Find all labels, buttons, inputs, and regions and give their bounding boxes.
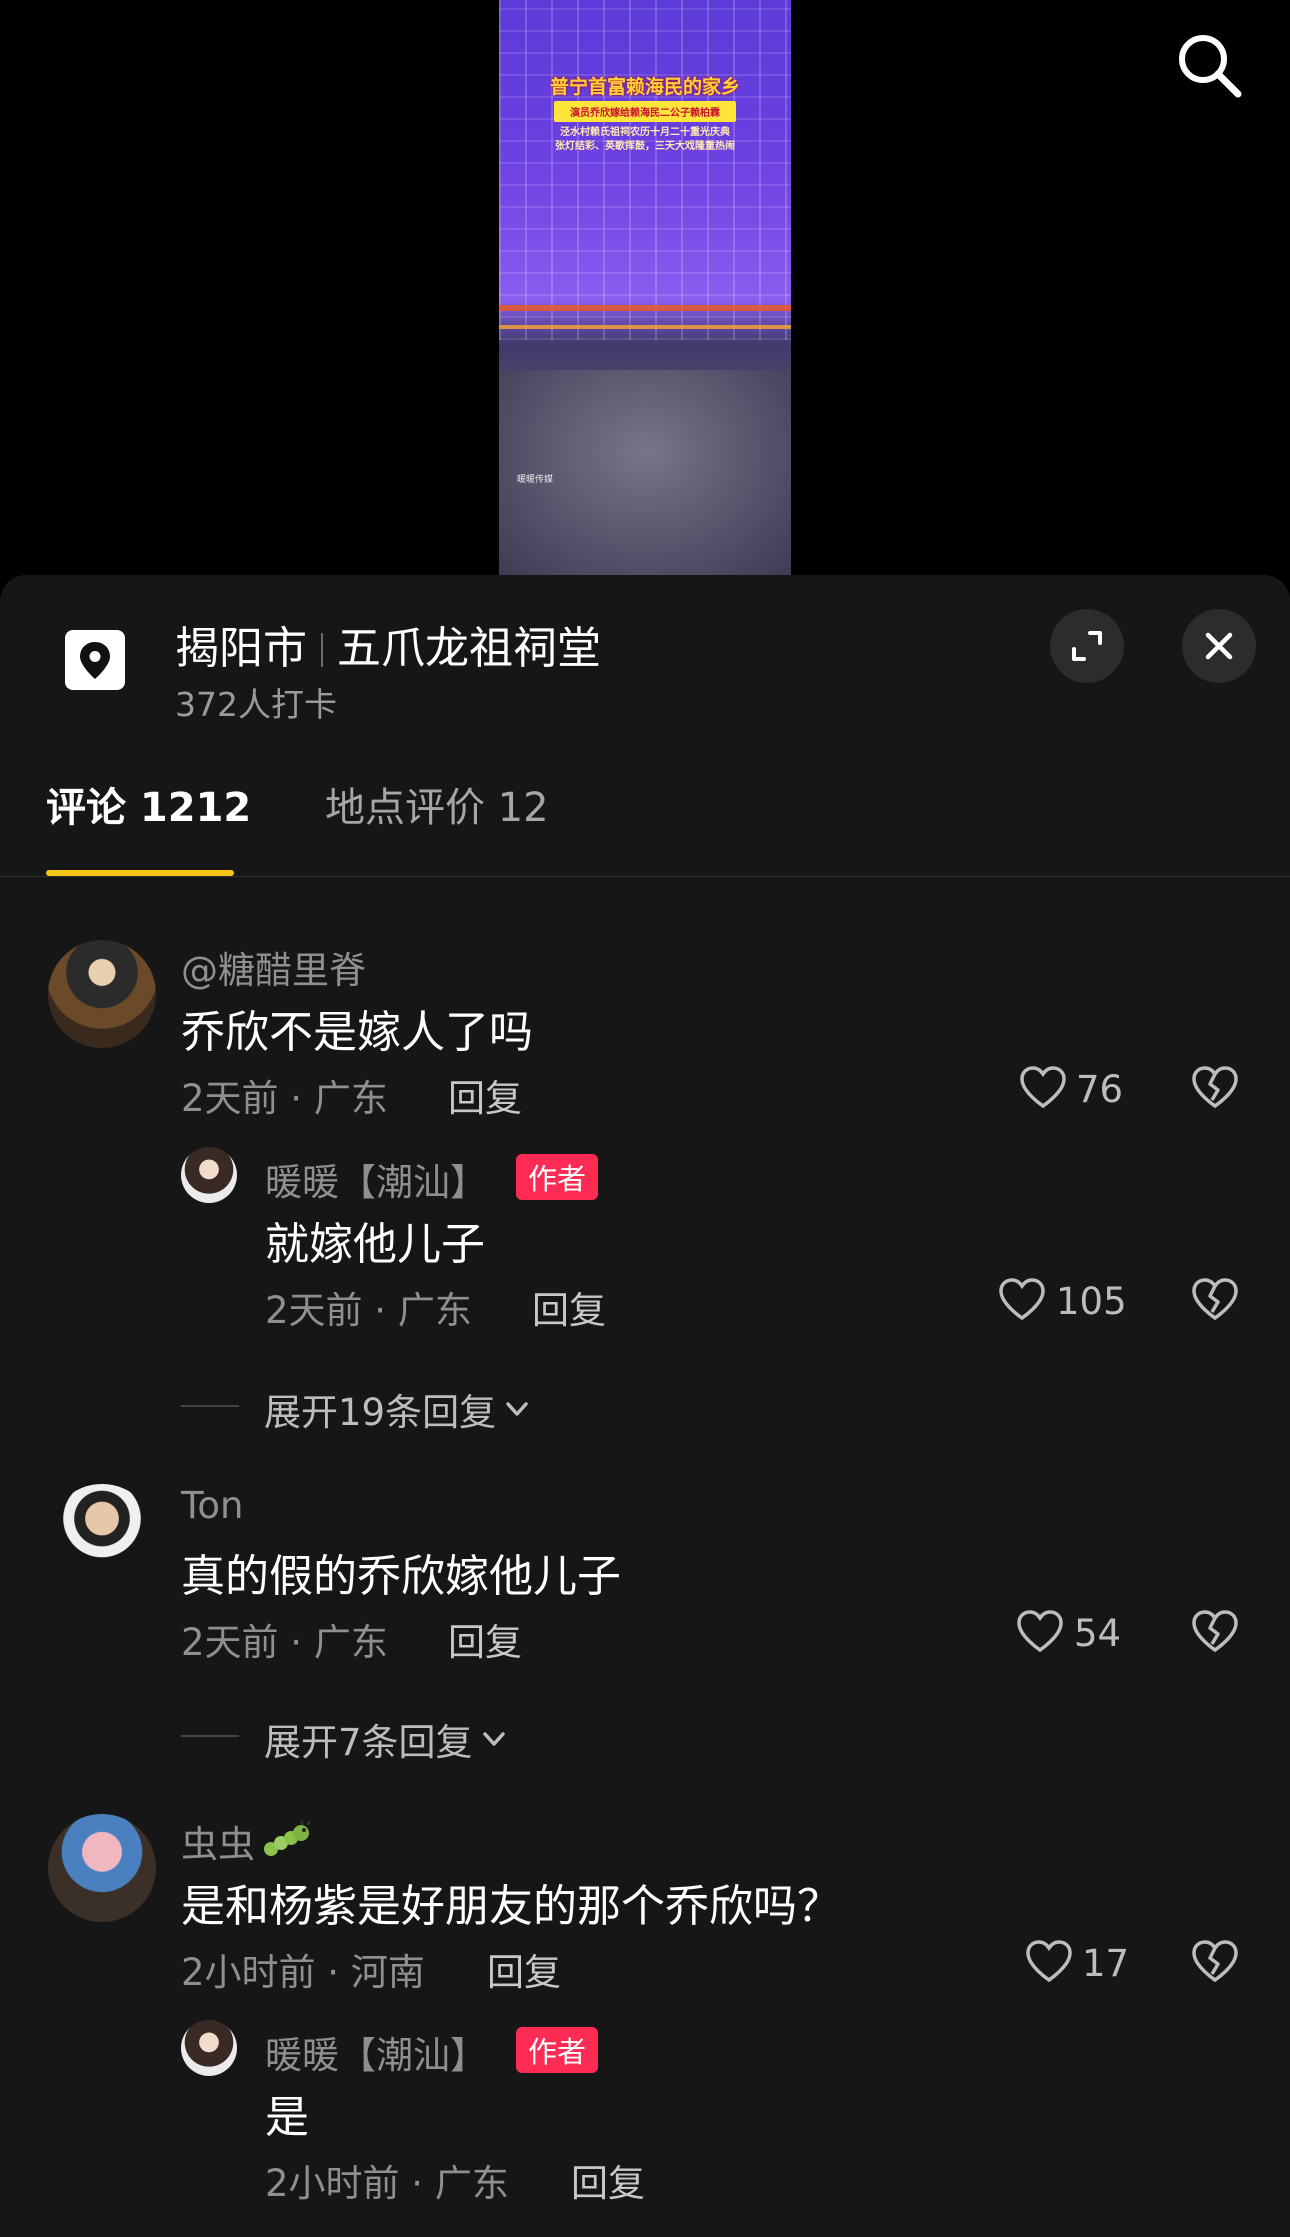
chevron-down-icon (506, 1402, 528, 1416)
author-badge: 作者 (516, 2027, 599, 2073)
comment-meta: 2天前 · 广东 (181, 1077, 388, 1120)
broken-heart-icon (1192, 1610, 1238, 1653)
video-frame-beam (499, 325, 791, 329)
like-button[interactable] (1024, 1938, 1074, 1988)
video-frame-grid (499, 0, 791, 340)
like-button[interactable] (1018, 1064, 1068, 1114)
comment-username[interactable]: @糖醋里脊 (181, 940, 366, 994)
location-pin-icon (65, 630, 125, 690)
active-tab-indicator (46, 870, 234, 876)
heart-icon (1020, 1066, 1066, 1109)
expand-replies-label: 展开7条回复 (264, 1721, 473, 1764)
broken-heart-icon (1192, 1066, 1238, 1109)
broken-heart-icon (1192, 1278, 1238, 1321)
avatar[interactable] (181, 2020, 237, 2076)
avatar[interactable] (48, 1484, 156, 1592)
video-title: 普宁首富赖海民的家乡 (549, 76, 740, 98)
close-icon (1205, 632, 1233, 660)
reply-button[interactable]: 回复 (448, 1612, 522, 1666)
like-count: 76 (1076, 1068, 1124, 1111)
video-caption-line: 张灯结彩、英歌挥鼓，三天大戏隆重热闹 (555, 141, 735, 152)
reply-button[interactable]: 回复 (571, 2153, 645, 2207)
reply-meta: 2天前 · 广东 (265, 1289, 472, 1332)
dislike-button[interactable] (1190, 1064, 1240, 1114)
reply-text: 是 (265, 2092, 309, 2143)
title-separator (321, 633, 323, 667)
expand-button[interactable] (1050, 609, 1124, 683)
video-player[interactable]: 普宁首富赖海民的家乡 演员乔欣嫁给赖海民二公子赖柏霖 泾水村赖氏祖祠农历十月二十… (499, 0, 791, 575)
dislike-button[interactable] (1190, 1608, 1240, 1658)
video-frame-beam (499, 305, 791, 311)
reply-meta: 2小时前 · 广东 (265, 2162, 509, 2205)
reply-username[interactable]: 暖暖【潮汕】 (265, 1152, 487, 1206)
location-title: 揭阳市 五爪龙祖祠堂 (175, 612, 601, 676)
close-button[interactable] (1182, 609, 1256, 683)
like-count: 105 (1056, 1280, 1127, 1323)
video-caption: 泾水村赖氏祖祠农历十月二十重光庆典 张灯结彩、英歌挥鼓，三天大戏隆重热闹 (519, 126, 771, 154)
expand-replies-label: 展开19条回复 (264, 1391, 497, 1434)
avatar[interactable] (181, 1147, 237, 1203)
tab-divider (0, 876, 1290, 877)
expand-replies-button[interactable]: 展开19条回复 (264, 1382, 534, 1436)
heart-icon (1026, 1940, 1072, 1983)
dislike-button[interactable] (1190, 1938, 1240, 1988)
avatar[interactable] (48, 1814, 156, 1922)
search-icon[interactable] (1174, 30, 1244, 100)
comment-username-row[interactable]: 虫虫 (181, 1814, 313, 1868)
like-count: 54 (1074, 1612, 1122, 1655)
comment-text: 乔欣不是嫁人了吗 (181, 1007, 533, 1058)
heart-icon (999, 1278, 1045, 1321)
caterpillar-emoji-icon (264, 1819, 311, 1856)
checkin-count: 372人打卡 (175, 685, 337, 724)
reply-button[interactable]: 回复 (532, 1280, 606, 1334)
reply-button[interactable]: 回复 (487, 1942, 561, 1996)
video-subtitle: 演员乔欣嫁给赖海民二公子赖柏霖 (554, 101, 736, 122)
expand-divider (181, 1735, 239, 1737)
heart-icon (1017, 1610, 1063, 1653)
like-button[interactable] (997, 1276, 1047, 1326)
author-badge: 作者 (516, 1154, 599, 1200)
chevron-down-icon (482, 1732, 505, 1746)
location-city: 揭阳市 (175, 623, 307, 674)
comment-username[interactable]: Ton (181, 1484, 243, 1527)
comment-username: 虫虫 (181, 1823, 255, 1866)
video-watermark: 暖暖传媒 (517, 475, 554, 485)
dislike-button[interactable] (1190, 1276, 1240, 1326)
expand-divider (181, 1405, 239, 1407)
reply-text: 就嫁他儿子 (265, 1219, 485, 1270)
comment-text: 真的假的乔欣嫁他儿子 (181, 1551, 621, 1602)
like-count: 17 (1082, 1942, 1130, 1985)
comment-text: 是和杨紫是好朋友的那个乔欣吗？ (181, 1881, 841, 1932)
like-button[interactable] (1015, 1608, 1065, 1658)
comment-meta: 2小时前 · 河南 (181, 1951, 425, 1994)
tab-location-reviews[interactable]: 地点评价 12 (325, 775, 549, 833)
expand-icon (1072, 631, 1102, 661)
reply-button[interactable]: 回复 (448, 1068, 522, 1122)
video-caption-line: 泾水村赖氏祖祠农历十月二十重光庆典 (560, 127, 730, 138)
tab-comments[interactable]: 评论 1212 (46, 775, 251, 833)
location-place: 五爪龙祖祠堂 (337, 623, 601, 674)
reply-username[interactable]: 暖暖【潮汕】 (265, 2025, 487, 2079)
broken-heart-icon (1192, 1940, 1238, 1983)
avatar[interactable] (48, 940, 156, 1048)
expand-replies-button[interactable]: 展开7条回复 (264, 1712, 511, 1766)
comment-meta: 2天前 · 广东 (181, 1621, 388, 1664)
